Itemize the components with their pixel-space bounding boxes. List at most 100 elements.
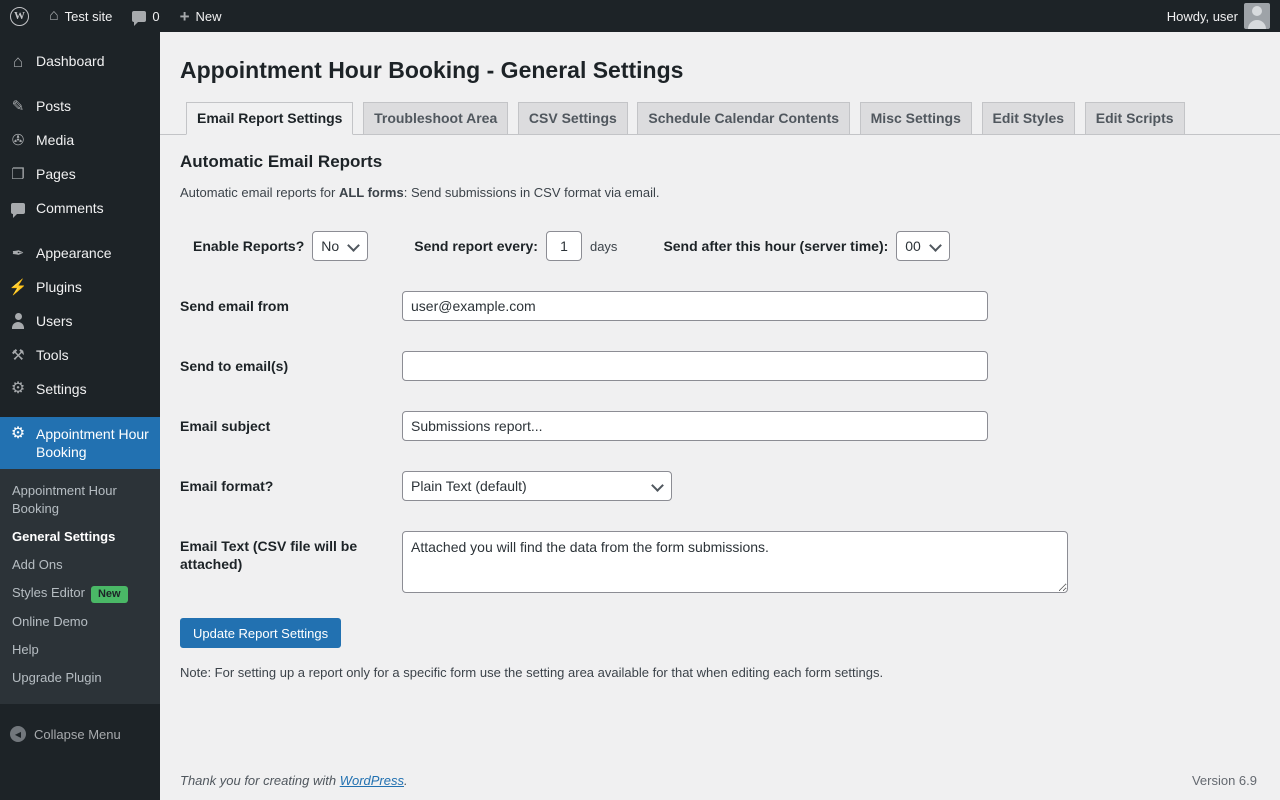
submenu-item-general-settings[interactable]: General Settings	[0, 523, 160, 551]
content-inner: Appointment Hour Booking - General Setti…	[160, 32, 1280, 680]
sidebar-item-label: Dashboard	[36, 53, 105, 69]
sidebar-item-label: Tools	[36, 347, 69, 363]
email-format-control: Plain Text (default)	[402, 471, 1260, 501]
thanks-suffix: .	[404, 773, 408, 788]
days-suffix: days	[589, 238, 618, 254]
submenu-item-online-demo[interactable]: Online Demo	[0, 608, 160, 636]
settings-icon	[8, 380, 28, 398]
user-icon	[8, 312, 28, 330]
tools-icon	[8, 346, 28, 364]
sidebar-item-users[interactable]: Users	[0, 304, 160, 338]
sidebar-item-plugins[interactable]: Plugins	[0, 270, 160, 304]
send-email-from-control	[402, 291, 1260, 321]
report-hour-group: Send after this hour (server time): 00	[663, 231, 951, 261]
sidebar-item-label: Media	[36, 132, 75, 148]
tab-schedule-calendar-contents[interactable]: Schedule Calendar Contents	[637, 102, 851, 134]
sidebar-item-appointment-hour-booking[interactable]: Appointment Hour Booking	[0, 417, 160, 469]
submenu-item-help[interactable]: Help	[0, 636, 160, 664]
email-text-control: Attached you will find the data from the…	[402, 531, 1260, 596]
home-icon	[49, 8, 59, 24]
intro-bold: ALL forms	[338, 185, 404, 200]
wordpress-menu[interactable]: W	[0, 0, 39, 32]
comments-icon	[8, 199, 28, 218]
submenu-item-label: Styles Editor	[12, 585, 85, 600]
wordpress-link[interactable]: WordPress	[340, 773, 404, 788]
admin-bar-left: W Test site 0 New	[0, 0, 232, 32]
admin-sidebar: Dashboard Posts Media Pages Comments App…	[0, 32, 160, 800]
email-text-label: Email Text (CSV file will be attached)	[180, 538, 358, 572]
site-menu[interactable]: Test site	[39, 0, 122, 32]
report-every-input[interactable]	[545, 231, 582, 261]
send-to-emails-control	[402, 351, 1260, 381]
collapse-menu-label: Collapse Menu	[34, 726, 121, 742]
plugin-icon	[8, 278, 28, 296]
account-menu[interactable]: Howdy, user	[1157, 0, 1280, 32]
brush-icon	[8, 244, 28, 262]
send-to-emails-row: Send to email(s)	[180, 351, 1260, 381]
section-title: Automatic Email Reports	[180, 152, 383, 171]
enable-reports-select[interactable]: No	[312, 231, 369, 261]
tab-csv-settings[interactable]: CSV Settings	[517, 102, 628, 134]
send-to-emails-input[interactable]	[402, 351, 988, 381]
enable-reports-select-wrap: No	[312, 231, 369, 261]
avatar	[1244, 3, 1270, 29]
sidebar-item-media[interactable]: Media	[0, 123, 160, 157]
tab-troubleshoot-area[interactable]: Troubleshoot Area	[363, 102, 509, 134]
sidebar-item-comments[interactable]: Comments	[0, 191, 160, 225]
intro-text: Automatic email reports for ALL forms: S…	[180, 185, 1260, 200]
footer: Thank you for creating with WordPress. V…	[160, 763, 1280, 800]
submenu-item-add-ons[interactable]: Add Ons	[0, 551, 160, 579]
sidebar-item-label: Pages	[36, 166, 76, 182]
comments-shortcut[interactable]: 0	[122, 0, 169, 32]
send-email-from-input[interactable]	[402, 291, 988, 321]
main-content: Appointment Hour Booking - General Setti…	[160, 32, 1280, 800]
tab-edit-styles[interactable]: Edit Styles	[981, 102, 1076, 134]
sidebar-item-dashboard[interactable]: Dashboard	[0, 44, 160, 78]
admin-bar: W Test site 0 New Howdy, user	[0, 0, 1280, 32]
email-subject-input[interactable]	[402, 411, 988, 441]
sidebar-item-tools[interactable]: Tools	[0, 338, 160, 372]
intro-prefix: Automatic email reports for	[180, 185, 339, 200]
new-label: New	[195, 8, 222, 24]
submenu-item-appointment-hour-booking[interactable]: Appointment Hour Booking	[0, 477, 160, 523]
tab-misc-settings[interactable]: Misc Settings	[859, 102, 972, 134]
sidebar-item-label: Comments	[36, 200, 104, 216]
comment-bubble-icon	[132, 10, 147, 26]
media-icon	[8, 131, 28, 149]
email-format-select-wrap: Plain Text (default)	[402, 471, 672, 501]
email-subject-control	[402, 411, 1260, 441]
report-frequency-group: Send report every: days	[414, 231, 617, 261]
report-hour-select-wrap: 00	[896, 231, 951, 261]
enable-reports-label: Enable Reports?	[193, 238, 305, 254]
sidebar-item-settings[interactable]: Settings	[0, 372, 160, 406]
howdy-text: Howdy, user	[1166, 8, 1238, 24]
submenu-item-upgrade-plugin[interactable]: Upgrade Plugin	[0, 664, 160, 692]
wordpress-logo-icon: W	[10, 6, 29, 26]
email-format-select[interactable]: Plain Text (default)	[402, 471, 672, 501]
tab-edit-scripts[interactable]: Edit Scripts	[1084, 102, 1185, 134]
sidebar-item-appearance[interactable]: Appearance	[0, 236, 160, 270]
intro-suffix: : Send submissions in CSV format via ema…	[403, 185, 660, 200]
version-text: Version 6.9	[1191, 773, 1257, 788]
collapse-menu-button[interactable]: Collapse Menu	[0, 718, 160, 750]
sidebar-item-pages[interactable]: Pages	[0, 157, 160, 191]
sidebar-item-label: Users	[36, 313, 73, 329]
report-hour-select[interactable]: 00	[896, 231, 951, 261]
plus-icon	[180, 8, 190, 25]
admin-bar-right: Howdy, user	[1157, 0, 1280, 32]
new-badge: New	[90, 586, 128, 603]
pages-icon	[8, 165, 28, 183]
update-report-settings-button[interactable]: Update Report Settings	[180, 618, 342, 648]
footer-thanks: Thank you for creating with WordPress.	[180, 773, 408, 788]
sidebar-item-posts[interactable]: Posts	[0, 89, 160, 123]
new-content-menu[interactable]: New	[170, 0, 232, 32]
sidebar-item-label: Settings	[36, 381, 87, 397]
email-text-textarea[interactable]: Attached you will find the data from the…	[402, 531, 1068, 593]
send-email-from-row: Send email from	[180, 291, 1260, 321]
tab-email-report-settings[interactable]: Email Report Settings	[186, 102, 354, 135]
comments-count: 0	[152, 8, 160, 24]
appointment-hour-booking-submenu: Appointment Hour Booking General Setting…	[0, 469, 160, 704]
submenu-item-styles-editor[interactable]: Styles Editor New	[0, 579, 160, 608]
email-format-row: Email format? Plain Text (default)	[180, 471, 1260, 501]
collapse-arrow-icon	[10, 726, 26, 742]
